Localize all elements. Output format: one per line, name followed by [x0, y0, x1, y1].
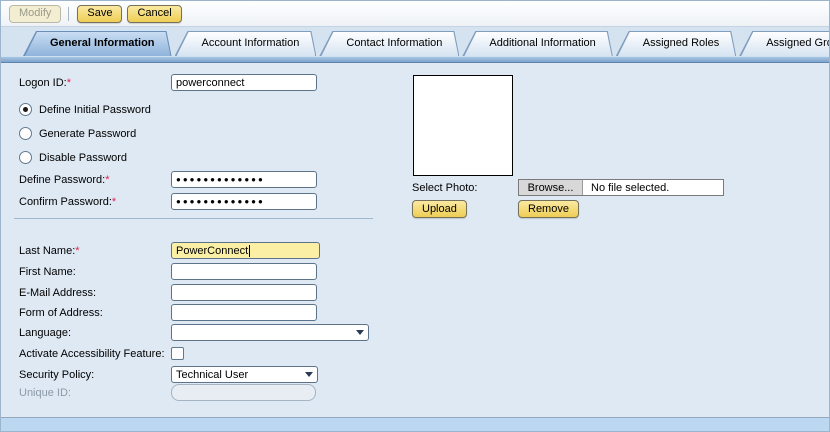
text-cursor: [249, 245, 250, 257]
accessibility-row: Activate Accessibility Feature:: [19, 345, 184, 362]
last-name-field[interactable]: PowerConnect: [171, 242, 320, 259]
upload-button[interactable]: Upload: [412, 200, 467, 218]
required-marker: *: [105, 174, 109, 186]
define-password-field[interactable]: ●●●●●●●●●●●●●: [171, 171, 317, 188]
tab-assigned-roles[interactable]: Assigned Roles: [616, 31, 736, 56]
unique-id-row: Unique ID:: [19, 384, 316, 401]
required-marker: *: [75, 245, 79, 257]
browse-button[interactable]: Browse...: [519, 180, 583, 195]
tab-label: Contact Information: [319, 31, 459, 56]
define-password-label: Define Password:*: [19, 174, 171, 186]
cancel-button[interactable]: Cancel: [127, 5, 181, 23]
tab-label: Assigned Groups: [739, 31, 830, 56]
define-password-row: Define Password:* ●●●●●●●●●●●●●: [19, 171, 317, 188]
tab-label: Account Information: [175, 31, 317, 56]
remove-button[interactable]: Remove: [518, 200, 579, 218]
accessibility-label: Activate Accessibility Feature:: [19, 348, 171, 360]
generate-password-option[interactable]: Generate Password: [19, 125, 136, 142]
language-label: Language:: [19, 327, 171, 339]
required-marker: *: [112, 196, 116, 208]
email-field[interactable]: [171, 284, 317, 301]
radio-button-icon[interactable]: [19, 127, 32, 140]
radio-label: Define Initial Password: [39, 104, 151, 116]
radio-button-icon[interactable]: [19, 103, 32, 116]
section-divider: [14, 218, 373, 219]
confirm-password-row: Confirm Password:* ●●●●●●●●●●●●●: [19, 193, 317, 210]
form-of-address-label: Form of Address:: [19, 307, 171, 319]
required-marker: *: [67, 77, 71, 89]
radio-label: Generate Password: [39, 128, 136, 140]
email-label: E-Mail Address:: [19, 287, 171, 299]
user-details-window: Modify Save Cancel General Information A…: [0, 0, 830, 432]
bottom-status-strip: [1, 417, 829, 431]
form-of-address-row: Form of Address:: [19, 304, 317, 321]
form-of-address-field[interactable]: [171, 304, 317, 321]
save-button[interactable]: Save: [77, 5, 122, 23]
security-policy-row: Security Policy: Technical User: [19, 366, 318, 383]
tab-strip: General Information Account Information …: [1, 27, 829, 56]
disable-password-option[interactable]: Disable Password: [19, 149, 127, 166]
accessibility-checkbox[interactable]: [171, 347, 184, 360]
radio-label: Disable Password: [39, 152, 127, 164]
logon-id-label: Logon ID:*: [19, 77, 171, 89]
logon-id-row: Logon ID:* powerconnect: [19, 74, 317, 91]
tab-additional-information[interactable]: Additional Information: [462, 31, 612, 56]
tab-label: Assigned Roles: [616, 31, 736, 56]
first-name-row: First Name:: [19, 263, 317, 280]
tab-contact-information[interactable]: Contact Information: [319, 31, 459, 56]
tab-general-information[interactable]: General Information: [23, 31, 172, 56]
first-name-label: First Name:: [19, 266, 171, 278]
email-row: E-Mail Address:: [19, 284, 317, 301]
last-name-row: Last Name:* PowerConnect: [19, 242, 320, 259]
general-information-panel: Logon ID:* powerconnect Define Initial P…: [1, 63, 829, 418]
file-status-text: No file selected.: [583, 180, 669, 195]
photo-placeholder: [413, 75, 513, 176]
tab-label: Additional Information: [462, 31, 612, 56]
chevron-down-icon: [305, 372, 313, 377]
modify-button[interactable]: Modify: [9, 5, 61, 23]
first-name-field[interactable]: [171, 263, 317, 280]
logon-id-field[interactable]: powerconnect: [171, 74, 317, 91]
tab-underline-bar: [1, 56, 829, 63]
unique-id-field: [171, 384, 316, 401]
radio-button-icon[interactable]: [19, 151, 32, 164]
security-policy-select[interactable]: Technical User: [171, 366, 318, 383]
define-initial-password-option[interactable]: Define Initial Password: [19, 101, 151, 118]
tab-assigned-groups[interactable]: Assigned Groups: [739, 31, 830, 56]
select-photo-label: Select Photo:: [412, 182, 477, 194]
photo-file-input[interactable]: Browse... No file selected.: [518, 179, 724, 196]
toolbar-separator: [68, 7, 69, 21]
tab-account-information[interactable]: Account Information: [175, 31, 317, 56]
confirm-password-field[interactable]: ●●●●●●●●●●●●●: [171, 193, 317, 210]
confirm-password-label: Confirm Password:*: [19, 196, 171, 208]
toolbar: Modify Save Cancel: [1, 1, 829, 27]
tab-label: General Information: [23, 31, 172, 56]
last-name-label: Last Name:*: [19, 245, 171, 257]
security-policy-label: Security Policy:: [19, 369, 171, 381]
language-select[interactable]: [171, 324, 369, 341]
unique-id-label: Unique ID:: [19, 387, 171, 399]
chevron-down-icon: [356, 330, 364, 335]
language-row: Language:: [19, 324, 369, 341]
